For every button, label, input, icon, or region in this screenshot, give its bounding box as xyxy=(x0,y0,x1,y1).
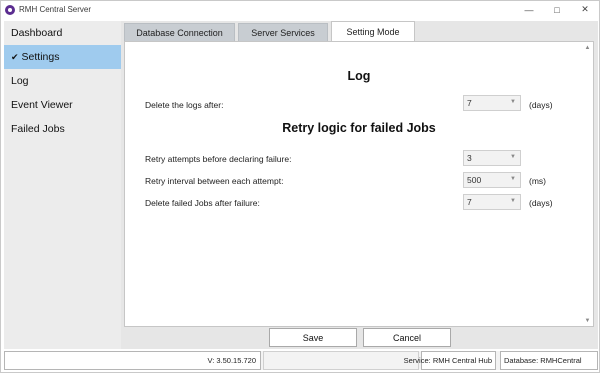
tab-bar: Database Connection Server Services Sett… xyxy=(124,21,418,41)
database-status-text: Database: RMHCentral xyxy=(500,351,598,370)
sidebar-item-label: Settings xyxy=(21,51,60,63)
sidebar-item-label: Dashboard xyxy=(11,27,63,39)
window-controls: — □ ✕ xyxy=(515,1,599,18)
title-bar: RMH Central Server — □ ✕ xyxy=(1,1,599,18)
scroll-down-icon[interactable]: ▼ xyxy=(583,316,592,325)
delete-failed-jobs-select[interactable]: 7 ▼ xyxy=(463,194,521,210)
chevron-down-icon: ▼ xyxy=(510,176,516,182)
cancel-button[interactable]: Cancel xyxy=(363,328,451,347)
retry-attempts-label: Retry attempts before declaring failure: xyxy=(145,154,292,164)
status-spacer xyxy=(263,351,419,370)
retry-attempts-value: 3 xyxy=(467,153,472,163)
version-text: V: 3.50.15.720 xyxy=(4,351,261,370)
checkmark-icon: ✔ xyxy=(11,51,19,62)
retry-interval-select[interactable]: 500 ▼ xyxy=(463,172,521,188)
sidebar-item-label: Event Viewer xyxy=(11,99,73,111)
tab-setting-mode[interactable]: Setting Mode xyxy=(331,21,415,41)
save-button[interactable]: Save xyxy=(269,328,357,347)
delete-logs-value: 7 xyxy=(467,98,472,108)
app-logo-icon xyxy=(5,4,15,15)
chevron-down-icon: ▼ xyxy=(510,154,516,160)
delete-failed-jobs-unit: (days) xyxy=(529,198,553,208)
service-status: Service: RMH Central Hub xyxy=(404,351,496,370)
retry-section-title: Retry logic for failed Jobs xyxy=(282,121,436,135)
sidebar-item-label: Log xyxy=(11,75,29,87)
window-title: RMH Central Server xyxy=(19,5,92,14)
settings-panel: Log Delete the logs after: 7 ▼ (days) Re… xyxy=(124,41,594,327)
close-icon[interactable]: ✕ xyxy=(571,1,599,18)
sidebar-item-settings[interactable]: ✔ Settings xyxy=(4,45,121,69)
sidebar-item-event-viewer[interactable]: Event Viewer xyxy=(4,93,121,117)
delete-failed-jobs-value: 7 xyxy=(467,197,472,207)
retry-attempts-select[interactable]: 3 ▼ xyxy=(463,150,521,166)
retry-interval-value: 500 xyxy=(467,175,482,185)
delete-logs-label: Delete the logs after: xyxy=(145,100,224,110)
maximize-icon[interactable]: □ xyxy=(543,1,571,18)
delete-logs-unit: (days) xyxy=(529,100,553,110)
sidebar-item-label: Failed Jobs xyxy=(11,123,65,135)
sidebar-item-failed-jobs[interactable]: Failed Jobs xyxy=(4,117,121,141)
status-bar: V: 3.50.15.720 Service: RMH Central Hub … xyxy=(4,351,598,370)
main-content: Database Connection Server Services Sett… xyxy=(121,21,598,349)
delete-logs-select[interactable]: 7 ▼ xyxy=(463,95,521,111)
tab-database-connection[interactable]: Database Connection xyxy=(124,23,235,41)
chevron-down-icon: ▼ xyxy=(510,99,516,105)
vertical-scrollbar[interactable]: ▲ ▼ xyxy=(583,43,592,325)
sidebar: Dashboard ✔ Settings Log Event Viewer Fa… xyxy=(4,21,121,349)
delete-failed-jobs-label: Delete failed Jobs after failure: xyxy=(145,198,260,208)
chevron-down-icon: ▼ xyxy=(510,198,516,204)
retry-interval-label: Retry interval between each attempt: xyxy=(145,176,284,186)
sidebar-item-log[interactable]: Log xyxy=(4,69,121,93)
tab-server-services[interactable]: Server Services xyxy=(238,23,328,41)
service-status-text: Service: RMH Central Hub xyxy=(403,356,492,365)
app-window: RMH Central Server — □ ✕ Dashboard ✔ Set… xyxy=(0,0,600,373)
log-section-title: Log xyxy=(347,69,371,83)
minimize-icon[interactable]: — xyxy=(515,1,543,18)
retry-interval-unit: (ms) xyxy=(529,176,546,186)
sidebar-item-dashboard[interactable]: Dashboard xyxy=(4,21,121,45)
scroll-up-icon[interactable]: ▲ xyxy=(583,43,592,52)
